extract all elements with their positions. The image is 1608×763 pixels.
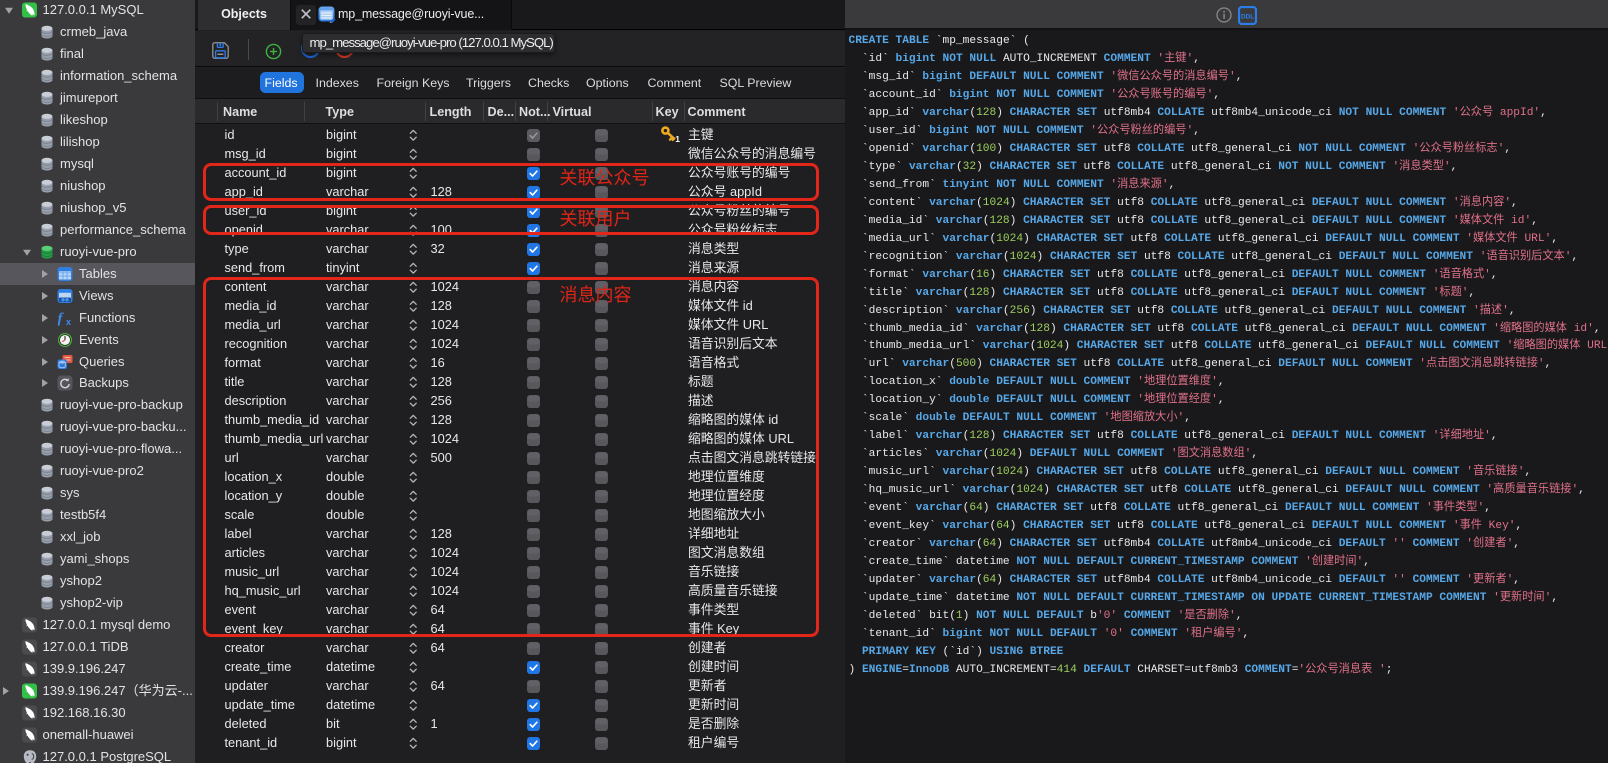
svg-text:x: x xyxy=(66,317,71,326)
svg-text:f: f xyxy=(58,311,65,326)
svg-text:1: 1 xyxy=(675,134,680,142)
svg-text:DDL: DDL xyxy=(1241,14,1254,21)
